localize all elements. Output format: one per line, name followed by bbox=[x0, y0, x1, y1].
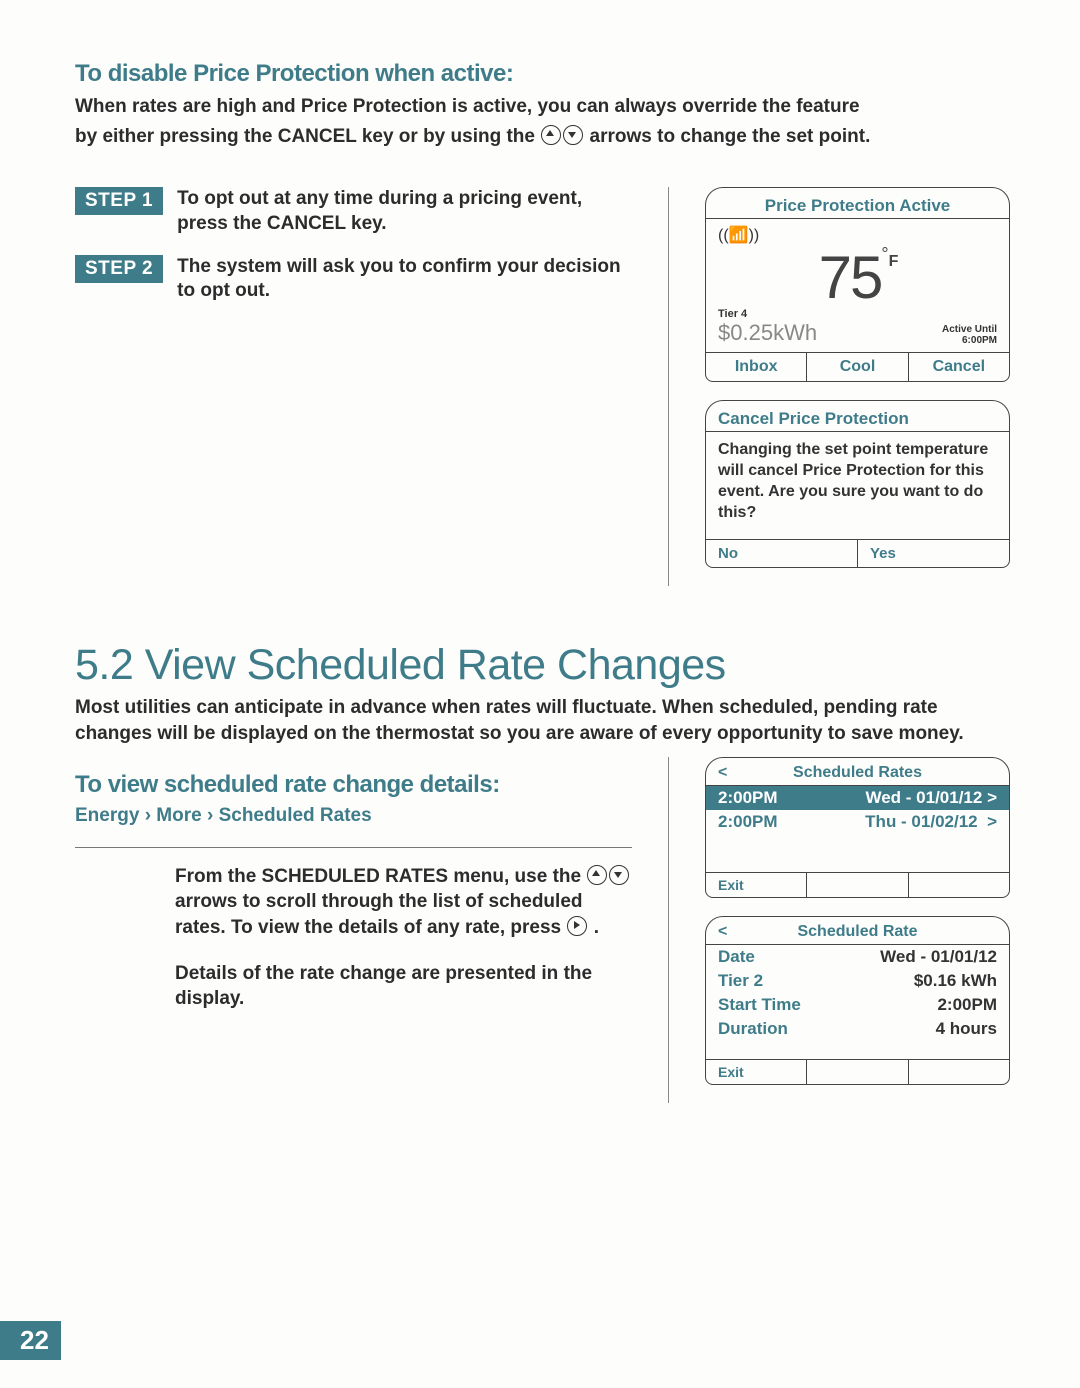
rate-time: 2:00PM bbox=[718, 812, 778, 832]
breadcrumb: Energy › More › Scheduled Rates bbox=[75, 805, 632, 827]
exit-button[interactable]: Exit bbox=[706, 1060, 807, 1084]
chevron-right-icon: > bbox=[987, 812, 997, 831]
price-value: $0.25 bbox=[718, 320, 773, 345]
active-until-value: 6:00PM bbox=[942, 335, 997, 346]
intro-line2-a: by either pressing the CANCEL key or by … bbox=[75, 126, 540, 147]
scheduled-rates-instruction: From the SCHEDULED RATES menu, use the a… bbox=[175, 864, 632, 941]
cool-button[interactable]: Cool bbox=[807, 353, 908, 381]
degree-symbol: ° bbox=[881, 244, 886, 264]
inbox-button[interactable]: Inbox bbox=[706, 353, 807, 381]
down-arrow-icon bbox=[609, 865, 629, 885]
para1-c: . bbox=[594, 917, 599, 938]
detail-row: Duration 4 hours bbox=[706, 1017, 1009, 1041]
back-button[interactable]: < bbox=[718, 764, 727, 782]
thermo-title: Price Protection Active bbox=[706, 188, 1009, 219]
cancel-confirm-panel: Cancel Price Protection Changing the set… bbox=[705, 400, 1010, 568]
signal-icon: ((📶)) bbox=[718, 225, 997, 245]
vertical-divider bbox=[668, 187, 669, 586]
detail-label: Tier 2 bbox=[718, 971, 763, 991]
detail-label: Start Time bbox=[718, 995, 801, 1015]
temp-value: 75 bbox=[819, 244, 882, 311]
intro-line2-b: arrows to change the set point. bbox=[590, 126, 871, 147]
step-row: STEP 2 The system will ask you to confir… bbox=[75, 255, 632, 304]
rate-time: 2:00PM bbox=[718, 788, 778, 808]
detail-value: 4 hours bbox=[936, 1019, 997, 1039]
view-details-heading: To view scheduled rate change details: bbox=[75, 771, 632, 799]
no-button[interactable]: No bbox=[706, 540, 858, 567]
right-arrow-icon bbox=[567, 916, 587, 936]
page-number: 22 bbox=[0, 1321, 61, 1360]
tier-label: Tier 4 bbox=[718, 308, 817, 320]
up-arrow-icon bbox=[587, 865, 607, 885]
step1-text: To opt out at any time during a pricing … bbox=[177, 187, 632, 236]
section2-intro: Most utilities can anticipate in advance… bbox=[75, 695, 1010, 746]
rate-date: Wed - 01/01/12 bbox=[865, 788, 982, 807]
scheduled-rate-detail-panel: < Scheduled Rate Date Wed - 01/01/12 Tie… bbox=[705, 916, 1010, 1085]
step-row: STEP 1 To opt out at any time during a p… bbox=[75, 187, 632, 236]
list-item[interactable]: 2:00PM Wed - 01/01/12 > bbox=[706, 786, 1009, 810]
thermostat-panel: Price Protection Active ((📶)) 75°F Tier … bbox=[705, 187, 1010, 382]
disable-heading: To disable Price Protection when active: bbox=[75, 60, 1010, 88]
section-5-2-title: 5.2 View Scheduled Rate Changes bbox=[75, 641, 1010, 690]
para1-b: arrows to scroll through the list of sch… bbox=[175, 891, 583, 938]
detail-label: Duration bbox=[718, 1019, 788, 1039]
horizontal-divider bbox=[75, 847, 632, 848]
rate-detail-title-text: Scheduled Rate bbox=[797, 923, 917, 940]
rate-date: Thu - 01/02/12 bbox=[865, 812, 977, 831]
cancel-body-text: Changing the set point temperature will … bbox=[718, 438, 997, 533]
scheduled-rates-list-panel: < Scheduled Rates 2:00PM Wed - 01/01/12 … bbox=[705, 757, 1010, 898]
temp-unit: F bbox=[889, 253, 897, 270]
rates-list-title: < Scheduled Rates bbox=[706, 758, 1009, 786]
rate-detail-title: < Scheduled Rate bbox=[706, 917, 1009, 945]
list-item[interactable]: 2:00PM Thu - 01/02/12 > bbox=[706, 810, 1009, 834]
detail-value: $0.16 kWh bbox=[914, 971, 997, 991]
para1-a: From the SCHEDULED RATES menu, use the bbox=[175, 866, 586, 887]
detail-row: Date Wed - 01/01/12 bbox=[706, 945, 1009, 969]
detail-row: Tier 2 $0.16 kWh bbox=[706, 969, 1009, 993]
detail-row: Start Time 2:00PM bbox=[706, 993, 1009, 1017]
detail-value: 2:00PM bbox=[937, 995, 997, 1015]
price-unit: kWh bbox=[773, 320, 817, 345]
down-arrow-icon bbox=[563, 125, 583, 145]
intro-line2: by either pressing the CANCEL key or by … bbox=[75, 124, 1010, 150]
chevron-right-icon: > bbox=[987, 788, 997, 807]
up-arrow-icon bbox=[541, 125, 561, 145]
back-button[interactable]: < bbox=[718, 923, 727, 941]
rates-list-title-text: Scheduled Rates bbox=[793, 764, 922, 781]
step2-badge: STEP 2 bbox=[75, 255, 163, 283]
exit-button[interactable]: Exit bbox=[706, 873, 807, 897]
cancel-button[interactable]: Cancel bbox=[909, 353, 1009, 381]
intro-line1: When rates are high and Price Protection… bbox=[75, 94, 1010, 120]
active-until-label: Active Until bbox=[942, 324, 997, 335]
detail-label: Date bbox=[718, 947, 755, 967]
cancel-title: Cancel Price Protection bbox=[706, 401, 1009, 432]
details-instruction: Details of the rate change are presented… bbox=[175, 961, 632, 1012]
vertical-divider bbox=[668, 757, 669, 1103]
detail-value: Wed - 01/01/12 bbox=[880, 947, 997, 967]
yes-button[interactable]: Yes bbox=[858, 540, 1009, 567]
temperature-display: 75°F bbox=[718, 245, 997, 308]
step2-text: The system will ask you to confirm your … bbox=[177, 255, 632, 304]
step1-badge: STEP 1 bbox=[75, 187, 163, 215]
